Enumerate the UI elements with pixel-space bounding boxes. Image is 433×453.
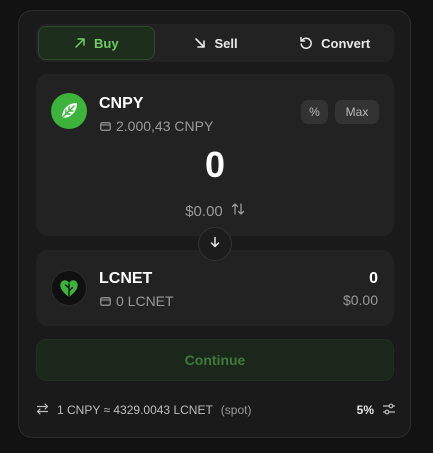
percent-button[interactable]: % bbox=[301, 100, 328, 124]
to-token-card: LCNET 0 LCNET 0 $0.00 bbox=[36, 250, 394, 326]
tab-buy-label: Buy bbox=[94, 35, 119, 51]
from-fiat-row: $0.00 bbox=[36, 202, 394, 220]
from-balance-text: 2.000,43 CNPY bbox=[116, 118, 214, 134]
exchange-rate: 1 CNPY ≈ 4329.0043 LCNET (spot) bbox=[36, 402, 252, 418]
arrow-down-right-icon bbox=[194, 37, 206, 49]
exchange-icon bbox=[36, 402, 49, 418]
lcnet-logo-icon[interactable] bbox=[51, 270, 87, 306]
settings-sliders-icon[interactable] bbox=[382, 402, 396, 419]
wallet-icon bbox=[100, 293, 111, 309]
swap-direction-button[interactable] bbox=[198, 227, 232, 261]
from-fiat-value: $0.00 bbox=[185, 202, 223, 220]
from-balance: 2.000,43 CNPY bbox=[100, 118, 213, 134]
cnpy-logo-icon[interactable] bbox=[51, 93, 87, 129]
arrow-down-icon bbox=[209, 235, 221, 253]
quote-footer: 1 CNPY ≈ 4329.0043 LCNET (spot) 5% bbox=[36, 401, 396, 419]
rate-note: (spot) bbox=[220, 403, 252, 417]
from-amount-input[interactable]: 0 bbox=[36, 144, 394, 186]
arrow-up-right-icon bbox=[74, 37, 86, 49]
swap-panel: Buy Sell Convert CNPY 2.000,43 CNPY % Ma… bbox=[18, 10, 411, 438]
to-fiat-value: $0.00 bbox=[342, 292, 378, 308]
to-token-symbol[interactable]: LCNET bbox=[99, 270, 152, 288]
to-balance-text: 0 LCNET bbox=[116, 293, 174, 309]
tab-convert[interactable]: Convert bbox=[277, 26, 392, 60]
toggle-currency-icon[interactable] bbox=[231, 202, 245, 220]
from-token-card: CNPY 2.000,43 CNPY % Max 0 $0.00 bbox=[36, 74, 394, 236]
tab-convert-label: Convert bbox=[321, 35, 371, 51]
tab-sell[interactable]: Sell bbox=[159, 26, 274, 60]
tab-sell-label: Sell bbox=[214, 35, 238, 51]
wallet-icon bbox=[100, 118, 111, 134]
exchange-rate-text: 1 CNPY ≈ 4329.0043 LCNET bbox=[57, 403, 213, 417]
to-amount-value: 0 bbox=[369, 270, 378, 287]
tab-buy[interactable]: Buy bbox=[38, 26, 155, 60]
rotate-ccw-icon bbox=[299, 36, 313, 50]
slippage-setting[interactable]: 5% bbox=[357, 402, 396, 419]
trade-mode-tabs: Buy Sell Convert bbox=[36, 24, 394, 62]
slippage-value: 5% bbox=[356, 403, 374, 417]
continue-button[interactable]: Continue bbox=[36, 339, 394, 381]
max-button[interactable]: Max bbox=[335, 100, 379, 124]
to-balance: 0 LCNET bbox=[100, 293, 174, 309]
from-token-symbol[interactable]: CNPY bbox=[99, 95, 143, 113]
